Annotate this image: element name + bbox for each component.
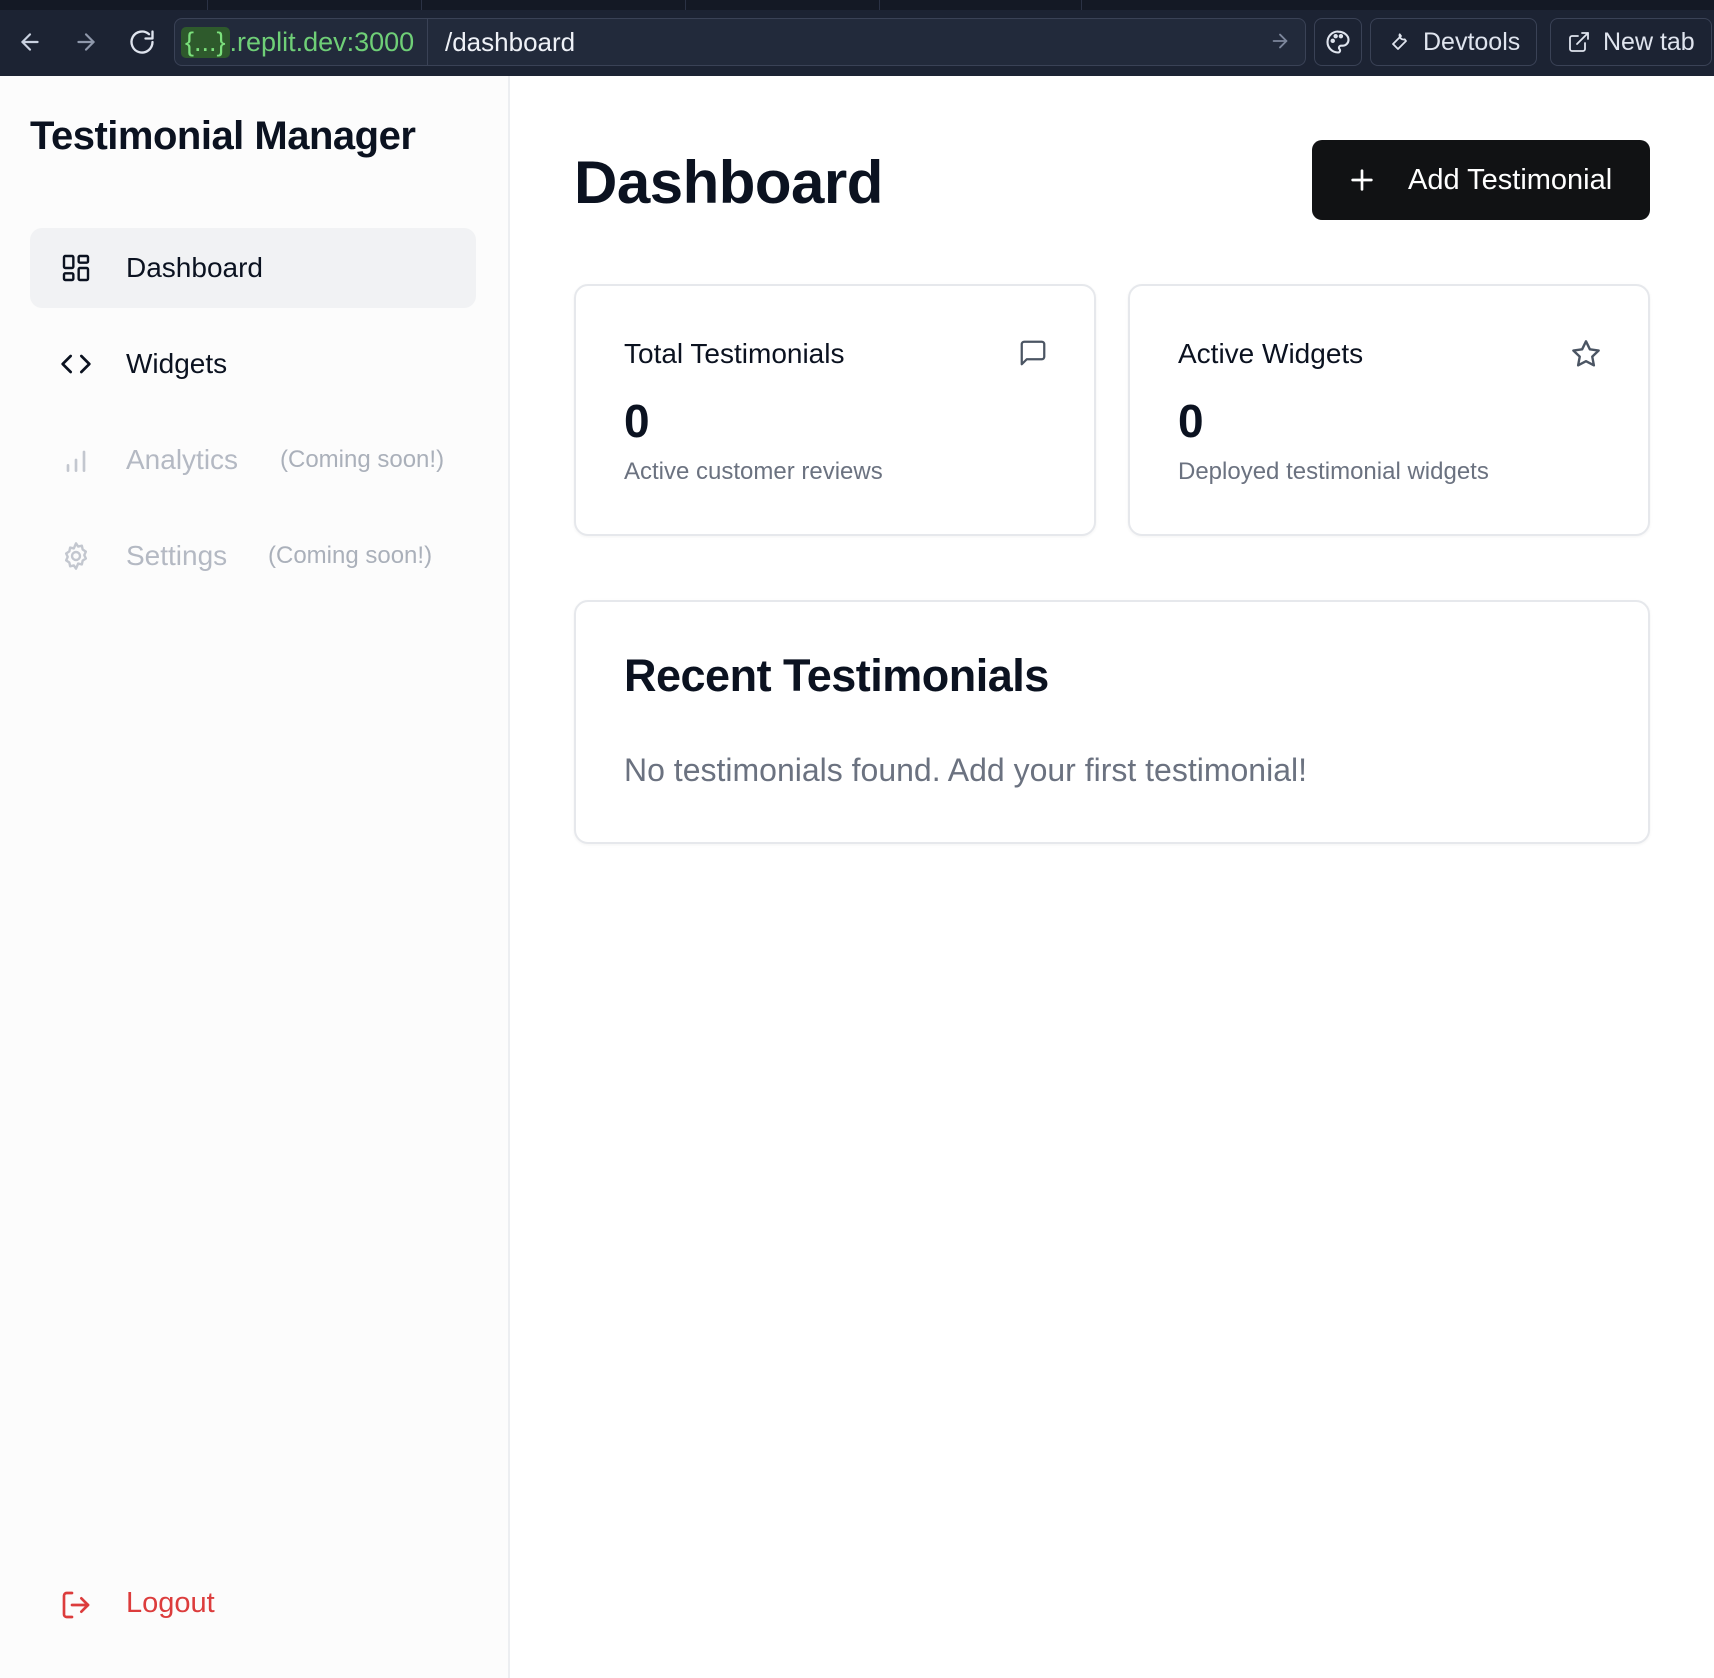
devtools-label: Devtools bbox=[1423, 27, 1521, 56]
sidebar-item-widgets[interactable]: Widgets bbox=[30, 324, 476, 404]
url-host-text: .replit.dev:3000 bbox=[229, 26, 415, 57]
stat-title: Active Widgets bbox=[1178, 338, 1364, 369]
url-host-badge: {...} bbox=[181, 26, 230, 58]
sidebar: Testimonial Manager Dashboard Widgets An… bbox=[0, 76, 510, 1678]
reload-icon bbox=[130, 30, 154, 54]
arrow-left-icon bbox=[21, 33, 39, 51]
palette-icon bbox=[1326, 30, 1350, 54]
recent-testimonials-card: Recent Testimonials No testimonials foun… bbox=[574, 600, 1650, 844]
url-separator bbox=[427, 19, 428, 65]
bar-chart-icon bbox=[66, 450, 86, 472]
message-square-icon bbox=[1020, 340, 1046, 366]
logout-label: Logout bbox=[126, 1587, 215, 1619]
plus-icon bbox=[1351, 169, 1373, 191]
devtools-button[interactable]: Devtools bbox=[1370, 18, 1538, 66]
empty-state-message: No testimonials found. Add your first te… bbox=[624, 752, 1307, 788]
add-testimonial-button[interactable]: Add Testimonial bbox=[1312, 140, 1650, 220]
browser-toolbar: {...} .replit.dev:3000 /dashboard Devtoo… bbox=[0, 0, 1714, 76]
add-testimonial-label: Add Testimonial bbox=[1408, 163, 1613, 196]
stat-description: Active customer reviews bbox=[624, 458, 883, 485]
sidebar-item-analytics: Analytics (Coming soon!) bbox=[30, 420, 476, 500]
coming-soon-note: (Coming soon!) bbox=[280, 446, 445, 473]
sidebar-item-label: Analytics bbox=[126, 444, 239, 475]
address-bar[interactable]: {...} .replit.dev:3000 /dashboard bbox=[174, 18, 1306, 66]
sidebar-item-label: Settings bbox=[126, 540, 228, 571]
go-button[interactable] bbox=[1269, 30, 1291, 57]
star-icon bbox=[1572, 340, 1600, 367]
arrow-right-icon bbox=[77, 33, 95, 51]
external-link-icon bbox=[1569, 32, 1589, 52]
gear-icon bbox=[64, 542, 88, 570]
logout-button[interactable]: Logout bbox=[30, 1575, 330, 1635]
wrench-icon bbox=[1392, 33, 1407, 50]
page-title: Dashboard bbox=[574, 149, 883, 216]
theme-button[interactable] bbox=[1314, 18, 1362, 66]
stat-value: 0 bbox=[624, 395, 650, 447]
layout-grid-icon bbox=[62, 254, 90, 282]
stat-card-total-testimonials: Total Testimonials 0 Active customer rev… bbox=[574, 284, 1096, 536]
reload-button[interactable] bbox=[120, 20, 164, 64]
url-host: {...} .replit.dev:3000 bbox=[181, 25, 414, 59]
back-button[interactable] bbox=[8, 20, 52, 64]
code-icon bbox=[61, 354, 91, 374]
stat-description: Deployed testimonial widgets bbox=[1178, 458, 1489, 485]
recent-testimonials-title: Recent Testimonials bbox=[624, 650, 1049, 701]
main-content: Dashboard Add Testimonial Total Testimon… bbox=[512, 76, 1714, 1678]
app-brand: Testimonial Manager bbox=[30, 114, 416, 158]
stat-title: Total Testimonials bbox=[624, 338, 845, 369]
coming-soon-note: (Coming soon!) bbox=[268, 542, 433, 569]
sidebar-item-dashboard[interactable]: Dashboard bbox=[30, 228, 476, 308]
new-tab-label: New tab bbox=[1603, 27, 1695, 56]
new-tab-button[interactable]: New tab bbox=[1550, 18, 1712, 66]
stat-value: 0 bbox=[1178, 395, 1204, 447]
sidebar-item-label: Dashboard bbox=[126, 252, 263, 283]
sidebar-item-label: Widgets bbox=[126, 348, 228, 379]
arrow-right-icon bbox=[1272, 33, 1288, 49]
stat-card-active-widgets: Active Widgets 0 Deployed testimonial wi… bbox=[1128, 284, 1650, 536]
forward-button[interactable] bbox=[64, 20, 108, 64]
url-path[interactable]: /dashboard bbox=[445, 19, 575, 65]
sidebar-item-settings: Settings (Coming soon!) bbox=[30, 516, 476, 596]
logout-icon bbox=[62, 1591, 90, 1619]
tab-strip bbox=[0, 0, 1714, 10]
